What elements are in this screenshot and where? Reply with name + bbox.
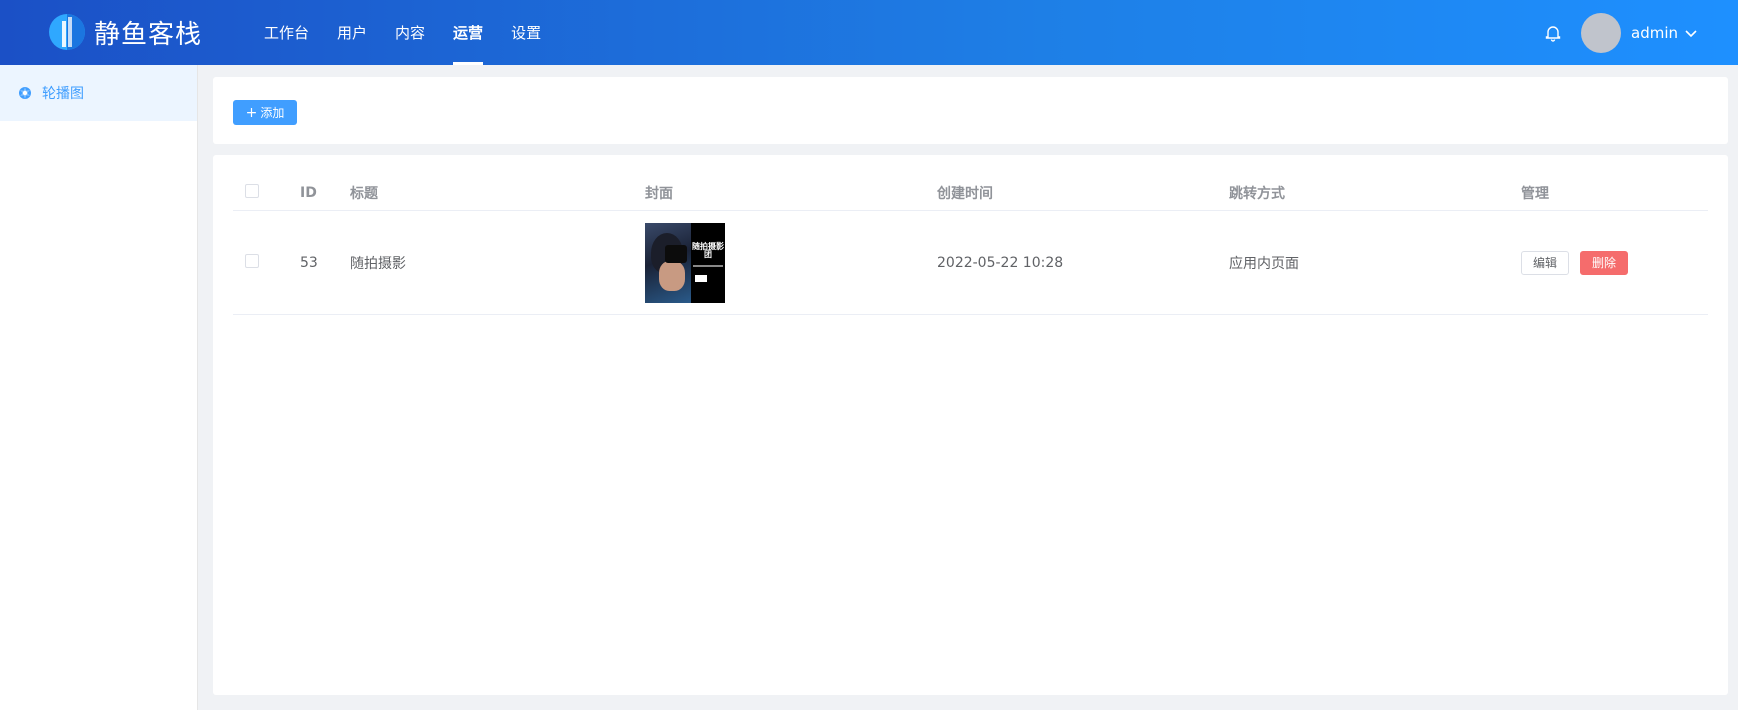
nav-item-workbench[interactable]: 工作台 — [250, 0, 323, 65]
nav-item-operations[interactable]: 运营 — [439, 0, 497, 65]
row-actions: 编辑 删除 — [1521, 250, 1708, 275]
delete-button[interactable]: 删除 — [1580, 250, 1629, 275]
cover-hand-shape — [659, 260, 685, 291]
column-header-id: ID — [300, 184, 317, 201]
nav-label: 运营 — [453, 24, 484, 42]
row-checkbox[interactable] — [245, 253, 259, 268]
brand-logo-icon — [48, 13, 86, 51]
nav-label: 工作台 — [264, 24, 310, 42]
nav-label: 设置 — [511, 24, 542, 42]
nav-label: 内容 — [395, 24, 426, 42]
bell-icon[interactable] — [1543, 23, 1563, 43]
cover-image[interactable]: 随拍摄影团 — [645, 222, 725, 303]
camera-icon — [665, 244, 687, 263]
brand-name: 静鱼客栈 — [94, 19, 203, 50]
column-header-cover: 封面 — [645, 185, 673, 202]
toolbar-card: + 添加 — [213, 77, 1728, 144]
nav-label: 用户 — [337, 24, 368, 42]
table-card: ID 标题 封面 创建时间 跳转方式 管理 53 随拍摄影 随拍摄影团 2022… — [213, 155, 1728, 695]
username[interactable]: admin — [1631, 24, 1678, 42]
header-right: admin — [1543, 0, 1698, 65]
plus-icon: + — [245, 104, 258, 121]
column-header-manage: 管理 — [1521, 185, 1549, 202]
nav-item-users[interactable]: 用户 — [323, 0, 381, 65]
cover-subline — [693, 264, 723, 267]
top-nav: 工作台 用户 内容 运营 设置 — [250, 0, 555, 65]
row-title: 随拍摄影 — [350, 255, 406, 272]
sidebar-item-carousel[interactable]: 轮播图 — [0, 65, 197, 121]
nav-item-settings[interactable]: 设置 — [497, 0, 555, 65]
column-header-title: 标题 — [350, 185, 378, 202]
carousel-icon — [18, 86, 32, 100]
table-row: 53 随拍摄影 随拍摄影团 2022-05-22 10:28 应用内页面 编辑 … — [233, 211, 1708, 315]
header-select-all[interactable] — [233, 183, 300, 202]
nav-item-content[interactable]: 内容 — [381, 0, 439, 65]
add-button[interactable]: + 添加 — [233, 100, 297, 125]
row-created: 2022-05-22 10:28 — [937, 254, 1064, 271]
select-all-checkbox[interactable] — [245, 183, 259, 198]
row-id: 53 — [300, 254, 318, 271]
row-select[interactable] — [233, 253, 300, 272]
column-header-jump: 跳转方式 — [1229, 185, 1285, 202]
row-cover: 随拍摄影团 — [645, 222, 937, 303]
sidebar-item-label: 轮播图 — [42, 86, 84, 102]
edit-button[interactable]: 编辑 — [1521, 250, 1570, 275]
chevron-down-icon[interactable] — [1684, 26, 1698, 40]
top-header: 静鱼客栈 工作台 用户 内容 运营 设置 admin — [0, 0, 1738, 65]
avatar[interactable] — [1581, 12, 1621, 53]
row-jump: 应用内页面 — [1229, 255, 1299, 272]
brand[interactable]: 静鱼客栈 — [48, 12, 202, 52]
add-button-label: 添加 — [260, 106, 285, 120]
carousel-table: ID 标题 封面 创建时间 跳转方式 管理 53 随拍摄影 随拍摄影团 2022… — [233, 175, 1708, 315]
cover-badge — [695, 274, 707, 282]
cover-caption: 随拍摄影团 — [692, 241, 724, 260]
column-header-created: 创建时间 — [937, 185, 993, 202]
table-header: ID 标题 封面 创建时间 跳转方式 管理 — [233, 175, 1708, 211]
sidebar: 轮播图 — [0, 65, 198, 710]
